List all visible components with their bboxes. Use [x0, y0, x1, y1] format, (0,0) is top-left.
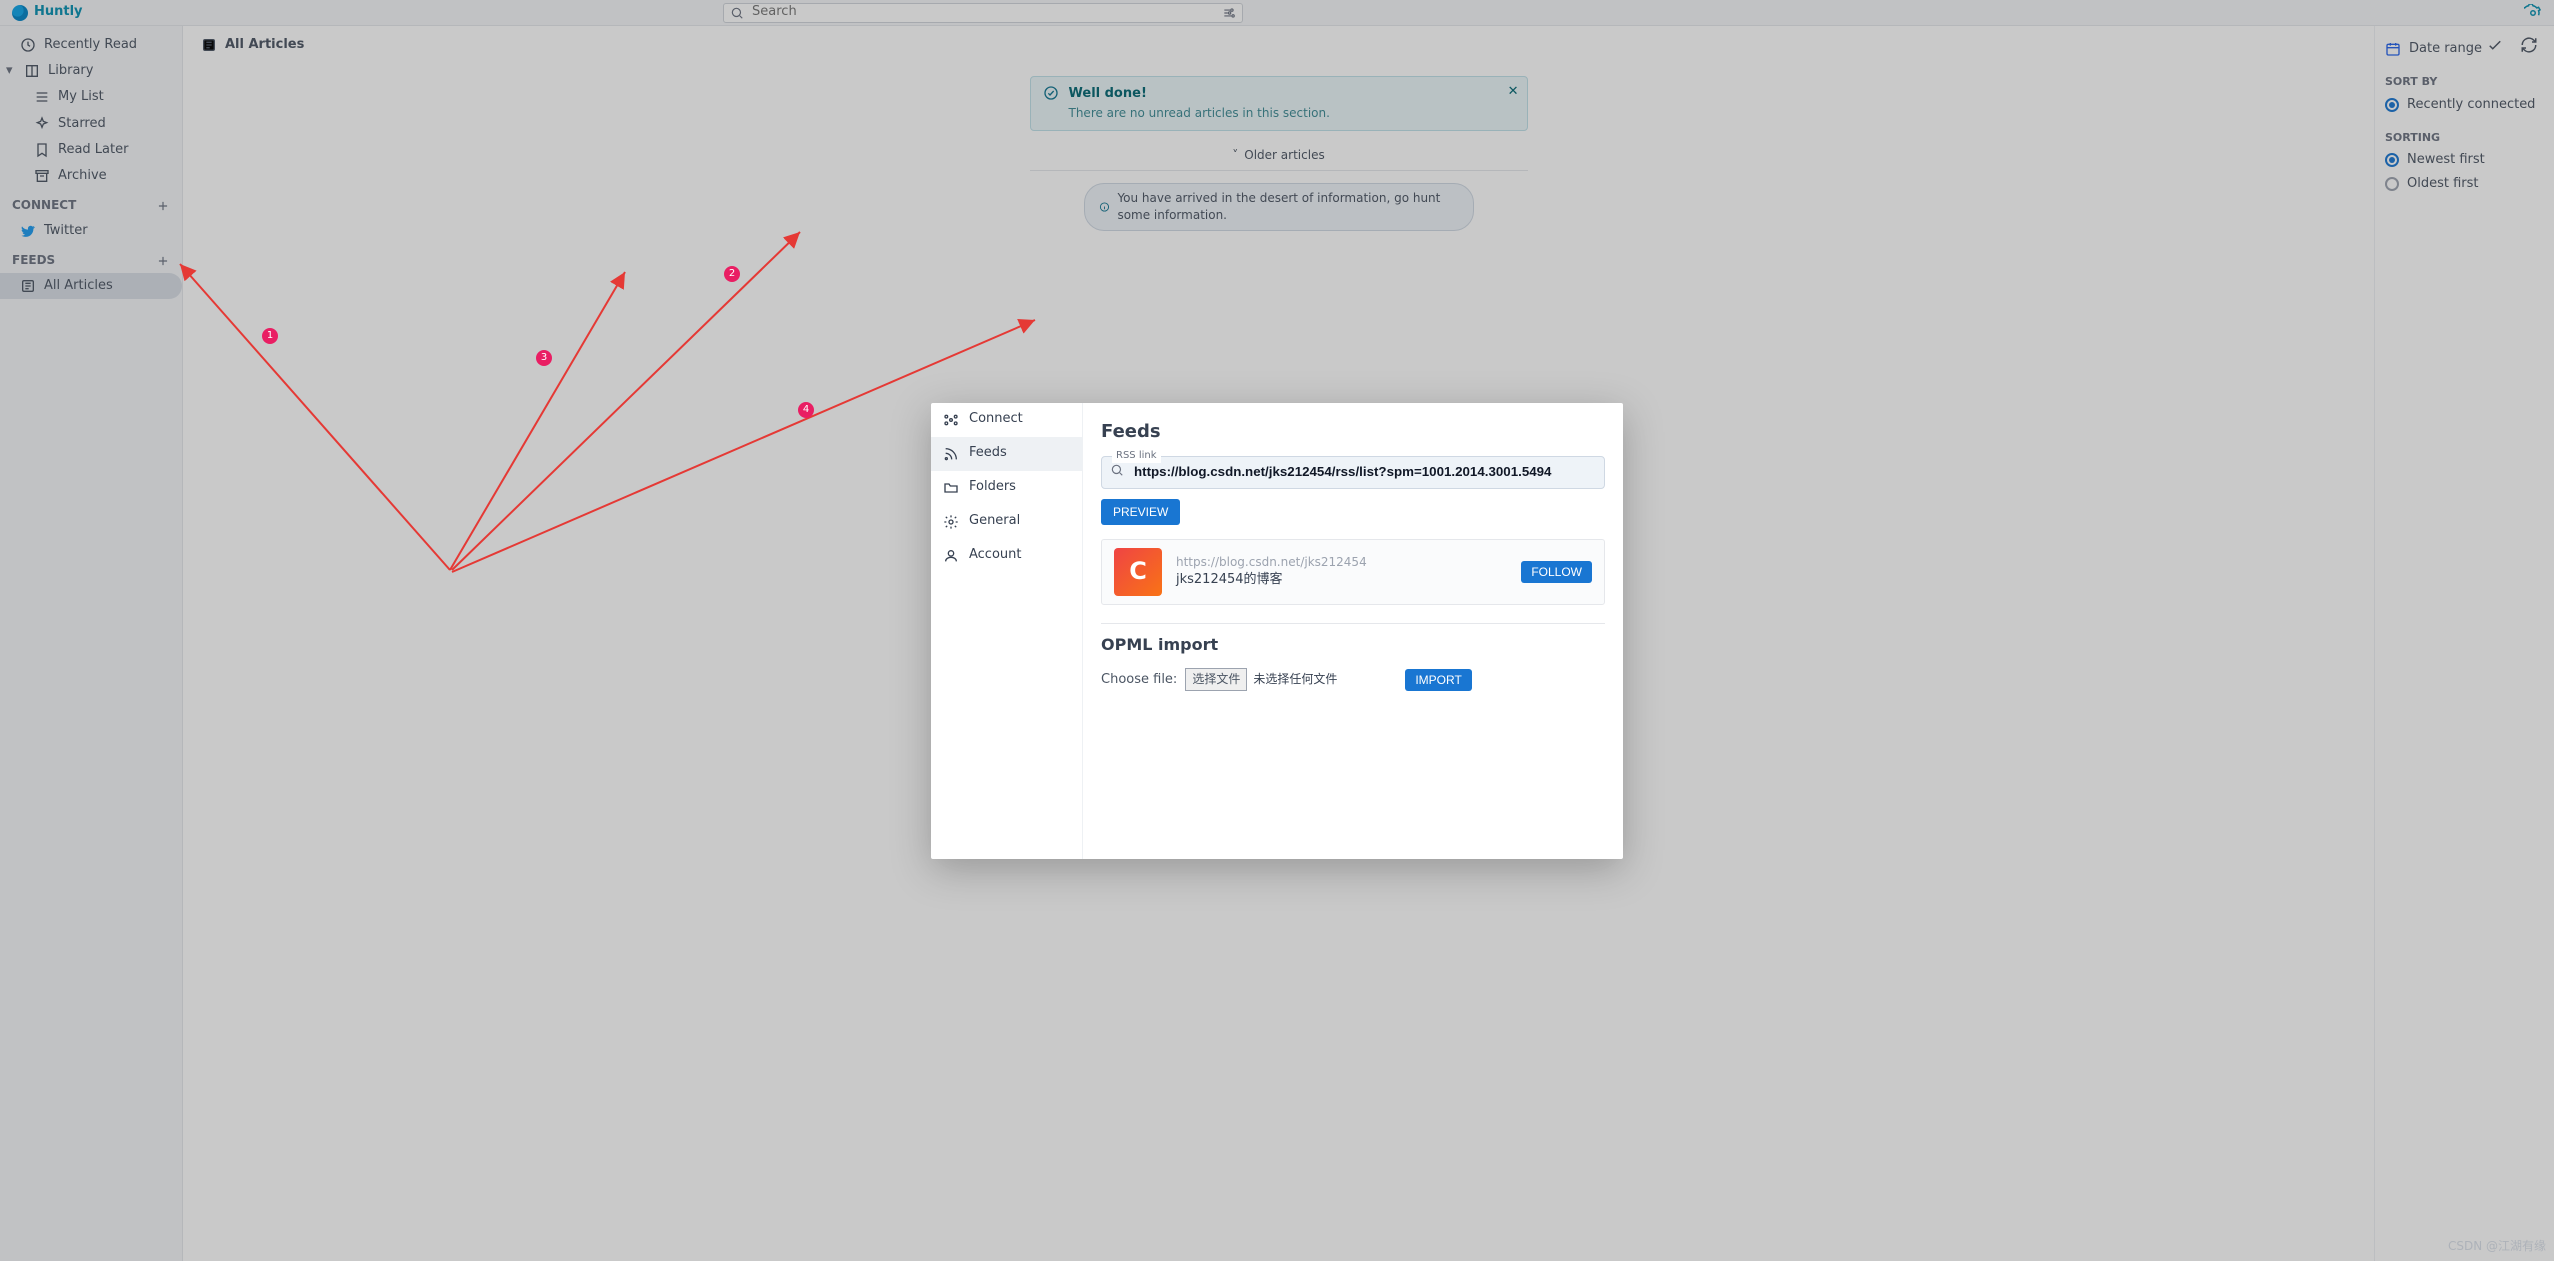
hub-icon — [943, 412, 959, 428]
modal-title: Feeds — [1101, 419, 1605, 444]
modal-body: Feeds RSS link PREVIEW C https://blog.cs… — [1083, 403, 1623, 859]
choose-file-label: Choose file: — [1101, 671, 1177, 689]
file-state: 未选择任何文件 — [1253, 671, 1337, 688]
feed-thumb: C — [1114, 548, 1162, 596]
file-input[interactable]: 选择文件 未选择任何文件 — [1185, 668, 1337, 691]
annotation-pin-3: 3 — [536, 350, 552, 366]
annotation-pin-2: 2 — [724, 266, 740, 282]
opml-row: Choose file: 选择文件 未选择任何文件 IMPORT — [1101, 668, 1605, 691]
button-label: IMPORT — [1415, 673, 1461, 687]
nav-label: Folders — [969, 478, 1016, 496]
search-icon — [1110, 463, 1124, 477]
nav-label: Connect — [969, 410, 1023, 428]
annotation-pin-4: 4 — [798, 402, 814, 418]
preview-button[interactable]: PREVIEW — [1101, 499, 1180, 525]
modal-nav-folders[interactable]: Folders — [931, 471, 1082, 505]
opml-title: OPML import — [1101, 634, 1605, 656]
import-button[interactable]: IMPORT — [1405, 669, 1471, 691]
modal-nav: Connect Feeds Folders General Account — [931, 403, 1083, 859]
feed-preview-card: C https://blog.csdn.net/jks212454 jks212… — [1101, 539, 1605, 605]
modal-nav-general[interactable]: General — [931, 505, 1082, 539]
follow-button[interactable]: FOLLOW — [1521, 561, 1592, 583]
feed-meta: https://blog.csdn.net/jks212454 jks21245… — [1176, 554, 1367, 589]
nav-label: Account — [969, 546, 1022, 564]
modal-nav-account[interactable]: Account — [931, 539, 1082, 573]
gear-icon — [943, 514, 959, 530]
user-icon — [943, 548, 959, 564]
modal-nav-connect[interactable]: Connect — [931, 403, 1082, 437]
annotation-pin-1: 1 — [262, 328, 278, 344]
file-pick-button[interactable]: 选择文件 — [1185, 668, 1247, 691]
nav-label: General — [969, 512, 1020, 530]
settings-modal: Connect Feeds Folders General Account Fe… — [931, 403, 1623, 859]
divider — [1101, 623, 1605, 624]
feed-title: jks212454的博客 — [1176, 571, 1367, 589]
rss-input[interactable] — [1132, 463, 1596, 480]
folder-icon — [943, 480, 959, 496]
modal-nav-feeds[interactable]: Feeds — [931, 437, 1082, 471]
button-label: PREVIEW — [1113, 505, 1168, 519]
watermark: CSDN @江湖有缘 — [2448, 1238, 2546, 1255]
nav-label: Feeds — [969, 444, 1007, 462]
rss-label: RSS link — [1112, 449, 1161, 463]
feed-url: https://blog.csdn.net/jks212454 — [1176, 554, 1367, 571]
rss-field[interactable]: RSS link — [1101, 456, 1605, 489]
button-label: FOLLOW — [1531, 565, 1582, 579]
rss-icon — [943, 446, 959, 462]
